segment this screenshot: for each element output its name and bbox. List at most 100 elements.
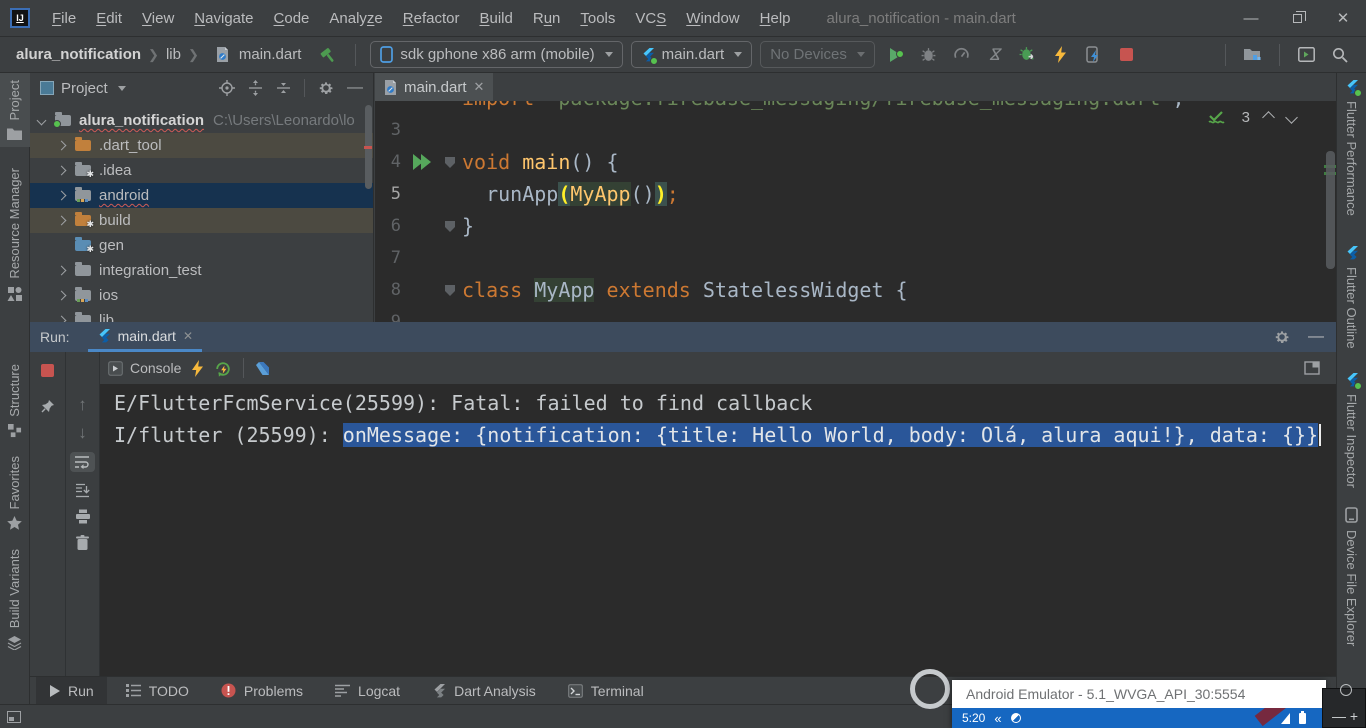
- profile-button[interactable]: [948, 42, 975, 68]
- menu-item-refactor[interactable]: Refactor: [393, 1, 470, 36]
- soft-wrap-button[interactable]: [70, 452, 95, 472]
- code-line[interactable]: 4void main() {: [375, 146, 1336, 178]
- close-tab-icon[interactable]: ✕: [183, 329, 193, 343]
- emulator-title-bar[interactable]: Android Emulator - 5.1_WVGA_API_30:5554: [952, 680, 1326, 708]
- code-line[interactable]: 8class MyApp extends StatelessWidget {: [375, 274, 1336, 306]
- code-line[interactable]: 6}: [375, 210, 1336, 242]
- menu-item-vcs[interactable]: VCS: [625, 1, 676, 36]
- stripe-item-flutter-outline[interactable]: Flutter Outline: [1337, 239, 1366, 356]
- menu-item-view[interactable]: View: [132, 1, 184, 36]
- hot-restart-button[interactable]: [214, 360, 232, 377]
- device-manager-button[interactable]: [1239, 42, 1266, 68]
- print-button[interactable]: [75, 509, 91, 524]
- stop-process-button[interactable]: [41, 364, 54, 377]
- stripe-item-resource-manager[interactable]: Resource Manager: [0, 161, 30, 309]
- breadcrumb-file[interactable]: main.dart: [239, 46, 302, 63]
- tool-window-switcher-icon[interactable]: [7, 711, 21, 723]
- chevron-right-icon[interactable]: [57, 216, 67, 226]
- code-line[interactable]: 7: [375, 242, 1336, 274]
- chevron-right-icon[interactable]: [57, 166, 67, 176]
- volume-down-button[interactable]: —: [1332, 708, 1346, 724]
- build-hammer-icon[interactable]: [315, 42, 342, 68]
- target-device-dropdown[interactable]: No Devices: [760, 41, 875, 68]
- menu-item-help[interactable]: Help: [750, 1, 801, 36]
- line-number[interactable]: 7: [375, 242, 401, 274]
- next-occurrence-button[interactable]: ↓: [78, 424, 87, 441]
- console-line[interactable]: I/flutter (25599): onMessage: {notificat…: [114, 419, 1336, 451]
- tree-row-gen[interactable]: gen: [30, 233, 374, 258]
- stop-button[interactable]: [1113, 42, 1140, 68]
- stripe-item-project[interactable]: Project: [0, 73, 30, 147]
- layout-inspector-button[interactable]: [1293, 42, 1320, 68]
- menu-item-window[interactable]: Window: [676, 1, 749, 36]
- open-devtools-button[interactable]: [255, 361, 270, 376]
- tool-window-button-logcat[interactable]: Logcat: [322, 677, 413, 704]
- tree-row-alura_notification[interactable]: alura_notificationC:\Users\Leonardo\lo: [30, 108, 374, 133]
- clear-all-button[interactable]: [76, 535, 89, 551]
- line-number[interactable]: 8: [375, 274, 401, 306]
- volume-up-button[interactable]: +: [1350, 708, 1358, 724]
- stripe-item-build-variants[interactable]: Build Variants: [0, 542, 30, 656]
- run-tab-main-dart[interactable]: main.dart ✕: [88, 322, 202, 352]
- minimize-button[interactable]: —: [1228, 0, 1274, 36]
- locate-file-button[interactable]: [219, 80, 235, 96]
- code-line[interactable]: 9: [375, 306, 1336, 322]
- tree-row-.idea[interactable]: .idea: [30, 158, 374, 183]
- hot-reload-button[interactable]: [192, 360, 203, 377]
- pin-tab-button[interactable]: [40, 399, 55, 414]
- tree-row-ios[interactable]: ios: [30, 283, 374, 308]
- stripe-item-favorites[interactable]: Favorites: [0, 449, 30, 538]
- chevron-right-icon[interactable]: [57, 191, 67, 201]
- menu-item-analyze[interactable]: Analyze: [319, 1, 392, 36]
- chevron-down-icon[interactable]: [37, 116, 47, 126]
- settings-gear-icon[interactable]: [318, 80, 334, 96]
- menu-item-build[interactable]: Build: [469, 1, 522, 36]
- stripe-item-flutter-inspector[interactable]: Flutter Inspector: [1337, 366, 1366, 495]
- collapse-all-button[interactable]: [276, 80, 291, 96]
- line-number[interactable]: 9: [375, 306, 401, 322]
- editor-scrollbar-thumb[interactable]: [1326, 151, 1335, 269]
- close-button[interactable]: ✕: [1320, 0, 1366, 36]
- editor-tab-main-dart[interactable]: main.dart ✕: [375, 73, 493, 101]
- breadcrumb-lib[interactable]: lib: [166, 46, 181, 63]
- tool-window-button-run[interactable]: Run: [36, 677, 107, 704]
- tool-window-button-terminal[interactable]: Terminal: [555, 677, 657, 704]
- menu-item-tools[interactable]: Tools: [570, 1, 625, 36]
- hide-panel-button[interactable]: —: [1308, 328, 1324, 346]
- stripe-item-device-file-explorer[interactable]: Device File Explorer: [1337, 500, 1366, 653]
- prev-occurrence-button[interactable]: ↑: [78, 396, 87, 413]
- menu-item-navigate[interactable]: Navigate: [184, 1, 263, 36]
- line-number[interactable]: 5: [375, 178, 401, 210]
- stripe-item-structure[interactable]: Structure: [0, 357, 30, 445]
- line-number[interactable]: 6: [375, 210, 401, 242]
- chevron-down-icon[interactable]: [118, 86, 126, 91]
- tool-window-button-todo[interactable]: TODO: [113, 677, 202, 704]
- chevron-right-icon[interactable]: [57, 291, 67, 301]
- inspections-widget[interactable]: 3: [1208, 109, 1296, 126]
- android-emulator-window[interactable]: Android Emulator - 5.1_WVGA_API_30:5554 …: [952, 680, 1326, 728]
- prev-problem-icon[interactable]: [1262, 111, 1275, 124]
- run-line-icon[interactable]: [413, 154, 435, 170]
- menu-item-code[interactable]: Code: [264, 1, 320, 36]
- menu-item-file[interactable]: File: [42, 1, 86, 36]
- hot-restart-button[interactable]: [1080, 42, 1107, 68]
- coverage-button[interactable]: ⴵ: [981, 42, 1008, 68]
- settings-gear-icon[interactable]: [1274, 329, 1290, 345]
- project-panel-title[interactable]: Project: [61, 80, 108, 97]
- console-line[interactable]: E/FlutterFcmService(25599): Fatal: faile…: [114, 387, 1336, 419]
- tree-row-integration_test[interactable]: integration_test: [30, 258, 374, 283]
- console-tab[interactable]: Console: [108, 360, 181, 376]
- console-output[interactable]: E/FlutterFcmService(25599): Fatal: faile…: [100, 384, 1336, 676]
- line-number[interactable]: 4: [375, 146, 401, 178]
- expand-all-button[interactable]: [248, 80, 263, 96]
- close-tab-icon[interactable]: ✕: [474, 79, 485, 95]
- tree-row-.dart_tool[interactable]: .dart_tool: [30, 133, 374, 158]
- search-everywhere-button[interactable]: [1326, 42, 1353, 68]
- editor-body[interactable]: import 'package:firebase_messaging/fireb…: [375, 101, 1336, 322]
- editor-scrollbar[interactable]: [1324, 101, 1336, 322]
- breadcrumb-project[interactable]: alura_notification: [16, 46, 141, 63]
- menu-item-run[interactable]: Run: [523, 1, 571, 36]
- device-selector-dropdown[interactable]: sdk gphone x86 arm (mobile): [370, 41, 622, 68]
- chevron-right-icon[interactable]: [57, 266, 67, 276]
- restore-button[interactable]: [1274, 0, 1320, 36]
